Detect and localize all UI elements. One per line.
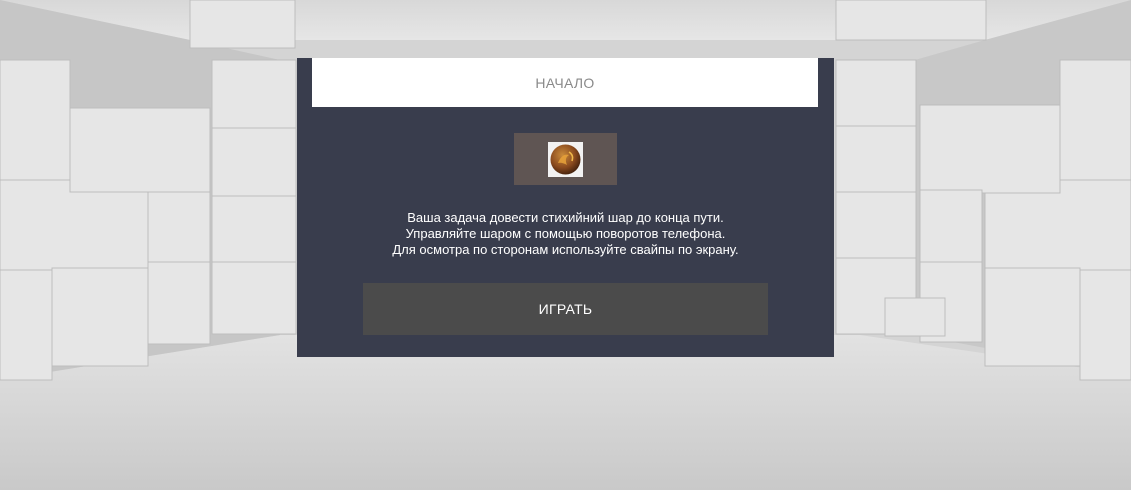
play-button[interactable]: ИГРАТЬ [363,283,768,335]
ball-selector[interactable] [514,133,617,185]
elemental-ball-icon [548,141,583,177]
instruction-line: Ваша задача довести стихийний шар до кон… [407,210,724,225]
dialog-title: НАЧАЛО [312,58,818,107]
instructions-text: Ваша задача довести стихийний шар до кон… [297,210,834,258]
instruction-line: Для осмотра по сторонам используйте свай… [392,242,739,257]
start-dialog: НАЧАЛО Ваша задача довести стихийний шар… [297,58,834,357]
instruction-line: Управляйте шаром с помощью поворотов тел… [405,226,726,241]
